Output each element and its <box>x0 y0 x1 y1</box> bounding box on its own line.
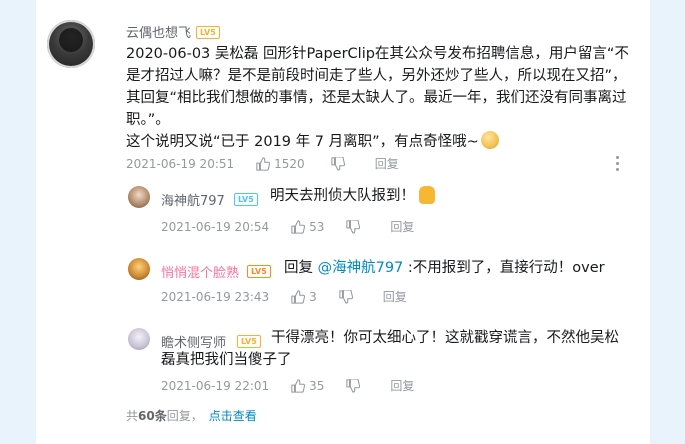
replies-footer: 共60条回复， 点击查看 <box>126 407 257 424</box>
main-comment-dislike-button[interactable] <box>331 156 345 171</box>
reply-1-reply-button[interactable]: 回复 <box>390 218 414 235</box>
reply-1-meta: 2021-06-19 20:54 53 回复 <box>161 218 414 235</box>
reply-3-dislike-button[interactable] <box>346 378 361 393</box>
reply-3-time: 2021-06-19 22:01 <box>161 378 270 393</box>
reply-1-dislike-button[interactable] <box>346 219 361 234</box>
thumbs-up-icon <box>291 289 306 304</box>
thumbs-down-icon <box>339 289 353 304</box>
main-commenter-avatar[interactable] <box>47 20 95 68</box>
thumbs-down-icon <box>346 378 361 393</box>
reply-2-dislike-button[interactable] <box>339 289 353 304</box>
main-comment-meta: 2021-06-19 20:51 1520 回复 <box>126 155 399 172</box>
reply-2-reply-button[interactable]: 回复 <box>383 288 407 305</box>
reply-3-meta: 2021-06-19 22:01 35 回复 <box>161 377 414 394</box>
main-commenter-username[interactable]: 云偶也想飞 <box>126 22 191 41</box>
reply-1-avatar[interactable] <box>128 186 150 208</box>
reply-2-mention-link[interactable]: @海神航797 <box>318 260 404 276</box>
footer-reply-count: 60条 <box>138 409 167 423</box>
reply-2-avatar[interactable] <box>128 258 150 280</box>
reply-1-time: 2021-06-19 20:54 <box>161 219 270 234</box>
reply-1-level-badge: LV5 <box>234 193 258 206</box>
footer-prefix: 共 <box>126 409 139 423</box>
reply-2-like-button[interactable]: 3 <box>291 290 317 304</box>
footer-suffix: 回复， <box>166 409 203 423</box>
reply-1-like-count: 53 <box>309 219 325 234</box>
thumbs-up-icon <box>256 156 271 171</box>
thumbs-up-emoji-icon <box>419 186 435 204</box>
reply-3-reply-button[interactable]: 回复 <box>390 377 414 394</box>
main-commenter-level-badge: LV5 <box>196 26 220 39</box>
thumbs-up-icon <box>291 219 306 234</box>
main-comment-text: 2020-06-03 吴松磊 回形针PaperClip在其公众号发布招聘信息，用… <box>126 43 640 153</box>
main-comment-paragraph-2: 这个说明又说“已于 2019 年 7 月离职”，有点奇怪哦~ <box>126 134 479 150</box>
reply-3-like-button[interactable]: 35 <box>291 379 324 393</box>
thumbs-down-icon <box>331 156 345 171</box>
reply-2-meta: 2021-06-19 23:43 3 回复 <box>161 288 407 305</box>
main-comment-like-button[interactable]: 1520 <box>256 157 305 171</box>
main-comment-time: 2021-06-19 20:51 <box>126 156 235 171</box>
main-comment-reply-button[interactable]: 回复 <box>375 155 399 172</box>
view-all-replies-link[interactable]: 点击查看 <box>209 409 257 423</box>
reply-2-content: :不用报到了，直接行动！over <box>403 260 605 276</box>
doge-emoji-icon <box>480 131 499 149</box>
thumbs-up-icon <box>291 378 306 393</box>
reply-1-text: 明天去刑侦大队报到！ <box>270 185 435 207</box>
reply-2-username[interactable]: 悄悄混个脸熟 <box>161 262 239 281</box>
reply-2-level-badge: LV5 <box>247 265 271 278</box>
reply-3-text: 干得漂亮！你可太细心了！这就戳穿谎言，不然他吴松磊真把我们当傻子了 <box>161 330 619 368</box>
reply-1-like-button[interactable]: 53 <box>291 220 324 234</box>
reply-2-reply-prefix: 回复 <box>284 260 318 276</box>
reply-2-like-count: 3 <box>309 289 317 304</box>
main-comment-like-count: 1520 <box>274 156 305 171</box>
reply-2-time: 2021-06-19 23:43 <box>161 289 270 304</box>
reply-3-like-count: 35 <box>309 378 325 393</box>
main-comment-paragraph-1: 2020-06-03 吴松磊 回形针PaperClip在其公众号发布招聘信息，用… <box>126 46 629 128</box>
thumbs-down-icon <box>346 219 361 234</box>
reply-1-content: 明天去刑侦大队报到！ <box>270 188 415 204</box>
reply-2-text: 回复 @海神航797 :不用报到了，直接行动！over <box>284 257 605 279</box>
reply-1-username[interactable]: 海神航797 <box>161 190 225 209</box>
more-options-icon[interactable] <box>616 156 620 172</box>
reply-3-avatar[interactable] <box>128 328 150 350</box>
